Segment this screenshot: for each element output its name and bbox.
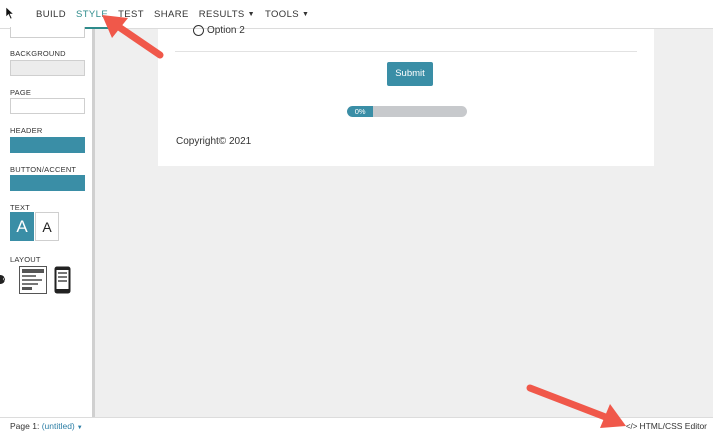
page-color-swatch[interactable] bbox=[10, 98, 85, 114]
mobile-layout-icon[interactable] bbox=[54, 266, 71, 294]
chevron-down-icon: ▼ bbox=[302, 11, 310, 18]
top-color-swatch[interactable] bbox=[10, 27, 85, 38]
page-label: PAGE bbox=[10, 88, 32, 97]
text-option-light[interactable]: A bbox=[10, 212, 34, 241]
button-accent-label: BUTTON/ACCENT bbox=[10, 165, 77, 174]
card-divider bbox=[175, 51, 637, 52]
copyright-text: Copyright© 2021 bbox=[176, 136, 252, 147]
background-color-swatch[interactable] bbox=[10, 60, 85, 76]
header-label: HEADER bbox=[10, 126, 43, 135]
html-css-editor-link[interactable]: </> HTML/CSS Editor bbox=[626, 421, 707, 431]
page-name: (untitled) bbox=[41, 421, 75, 431]
editor-link-label: HTML/CSS Editor bbox=[639, 421, 707, 431]
text-label: TEXT bbox=[10, 203, 30, 212]
header-color-swatch[interactable] bbox=[10, 137, 85, 153]
radio-option-2[interactable] bbox=[193, 25, 204, 36]
button-accent-color-swatch[interactable] bbox=[10, 175, 85, 191]
main-nav: BUILD STYLE TEST SHARE RESULTS ▼ TOOLS ▼ bbox=[36, 0, 319, 29]
desktop-layout-icon[interactable] bbox=[19, 266, 47, 294]
page-selector[interactable]: Page 1: (untitled) ▼ bbox=[10, 421, 83, 431]
chevron-down-icon: ▼ bbox=[247, 11, 255, 18]
progress-fill: 0% bbox=[347, 106, 374, 117]
annotation-arrow-icon bbox=[526, 384, 626, 428]
text-option-dark[interactable]: A bbox=[35, 212, 59, 241]
cursor-icon bbox=[5, 6, 15, 20]
nav-build[interactable]: BUILD bbox=[36, 0, 66, 29]
chevron-down-icon: ▼ bbox=[76, 425, 83, 431]
submit-button[interactable]: Submit bbox=[387, 62, 433, 86]
annotation-arrow-icon bbox=[102, 15, 164, 59]
nav-tools[interactable]: TOOLS ▼ bbox=[265, 0, 309, 29]
background-label: BACKGROUND bbox=[10, 49, 66, 58]
page-prefix: Page 1: bbox=[10, 421, 40, 431]
sidebar-collapse-icon[interactable]: ‹ bbox=[0, 275, 5, 284]
radio-option-label: Option 2 bbox=[207, 25, 245, 36]
layout-label: LAYOUT bbox=[10, 255, 41, 264]
form-preview-card: Option 2 Submit 0% Copyright© 2021 bbox=[158, 25, 654, 166]
style-sidebar: BACKGROUND PAGE HEADER BUTTON/ACCENT TEX… bbox=[0, 27, 95, 417]
progress-bar: 0% bbox=[347, 106, 467, 117]
